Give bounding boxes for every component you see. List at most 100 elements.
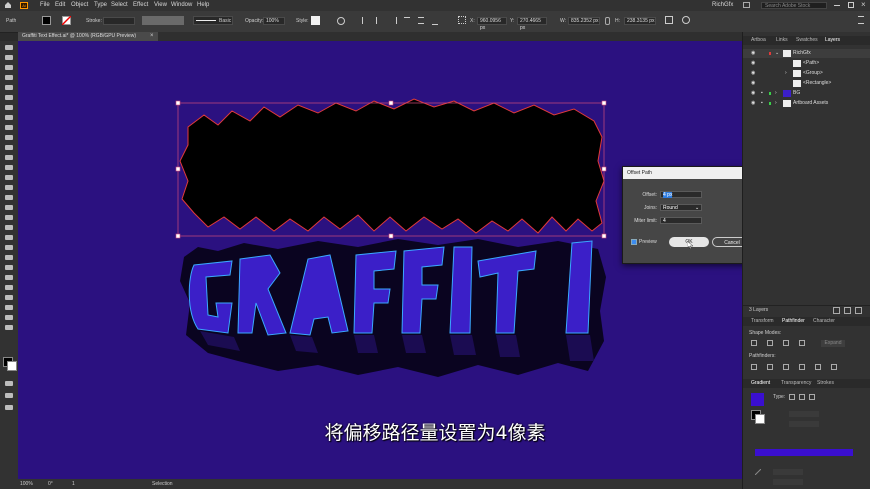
trim-icon[interactable] bbox=[767, 364, 773, 370]
tab-character[interactable]: Character bbox=[813, 317, 835, 326]
layer-name[interactable]: BG bbox=[793, 89, 800, 98]
workspace-switcher[interactable]: RichGfx bbox=[712, 2, 733, 8]
align-center-icon[interactable] bbox=[376, 17, 383, 24]
layer-row[interactable]: ◉ <Path> bbox=[743, 59, 870, 68]
rectangle-tool-icon[interactable] bbox=[5, 125, 13, 130]
lock-icon[interactable]: ▪ bbox=[761, 89, 763, 98]
layer-row[interactable]: ◉ ▪ › BG bbox=[743, 89, 870, 98]
menu-type[interactable]: Type bbox=[94, 2, 107, 8]
gradient-location-field[interactable] bbox=[773, 479, 803, 485]
radial-gradient-icon[interactable] bbox=[799, 394, 805, 400]
width-field[interactable]: 835.2352 px bbox=[568, 17, 600, 25]
menu-edit[interactable]: Edit bbox=[55, 2, 65, 8]
lock-icon[interactable]: ▪ bbox=[761, 99, 763, 108]
type-tool-icon[interactable] bbox=[5, 105, 13, 110]
document-tab[interactable]: Graffiti Text Effect.ai* @ 100% (RGB/GPU… bbox=[18, 32, 158, 41]
eye-icon[interactable]: ◉ bbox=[751, 99, 755, 108]
width-tool-icon[interactable] bbox=[5, 195, 13, 200]
unite-icon[interactable] bbox=[751, 340, 757, 346]
color-mode-icon[interactable] bbox=[5, 381, 13, 386]
mesh-tool-icon[interactable] bbox=[5, 235, 13, 240]
menu-view[interactable]: View bbox=[154, 2, 167, 8]
stroke-swatch[interactable] bbox=[62, 16, 71, 25]
lasso-tool-icon[interactable] bbox=[5, 75, 13, 80]
arrange-icon[interactable] bbox=[743, 2, 750, 8]
scale-tool-icon[interactable] bbox=[5, 185, 13, 190]
freeform-gradient-icon[interactable] bbox=[809, 394, 815, 400]
offset-input[interactable]: 4 px bbox=[660, 191, 702, 198]
brush-definition-dropdown[interactable]: Basic bbox=[193, 16, 233, 25]
align-right-icon[interactable] bbox=[390, 17, 397, 24]
crop-icon[interactable] bbox=[799, 364, 805, 370]
chevron-right-icon[interactable]: › bbox=[785, 69, 787, 78]
tab-artboards[interactable]: Artboa bbox=[751, 36, 766, 45]
y-field[interactable]: 270.4665 px bbox=[517, 17, 547, 31]
tab-layers[interactable]: Layers bbox=[825, 36, 840, 45]
tab-gradient[interactable]: Gradient bbox=[751, 379, 770, 388]
new-sublayer-icon[interactable] bbox=[833, 307, 840, 314]
perspective-grid-tool-icon[interactable] bbox=[5, 225, 13, 230]
tab-close-icon[interactable]: × bbox=[150, 32, 154, 41]
chevron-right-icon[interactable]: › bbox=[775, 99, 777, 108]
eye-icon[interactable]: ◉ bbox=[751, 49, 755, 58]
symbol-sprayer-tool-icon[interactable] bbox=[5, 275, 13, 280]
merge-icon[interactable] bbox=[783, 364, 789, 370]
layer-row[interactable]: ◉ › <Group> bbox=[743, 69, 870, 78]
eyedropper-tool-icon[interactable] bbox=[5, 255, 13, 260]
graphic-style-swatch[interactable] bbox=[311, 16, 320, 25]
panel-menu-icon[interactable] bbox=[858, 16, 864, 24]
recolor-icon[interactable] bbox=[337, 17, 345, 25]
paintbrush-tool-icon[interactable] bbox=[5, 135, 13, 140]
toolbar-stroke-swatch[interactable] bbox=[7, 361, 17, 371]
layer-row[interactable]: ◉ <Rectangle> bbox=[743, 79, 870, 88]
divide-icon[interactable] bbox=[751, 364, 757, 370]
variable-width-swatch[interactable] bbox=[142, 16, 184, 25]
expand-button[interactable]: Expand bbox=[821, 340, 845, 347]
minus-back-icon[interactable] bbox=[831, 364, 837, 370]
tab-strokes[interactable]: Strokes bbox=[817, 379, 834, 388]
delete-layer-icon[interactable] bbox=[855, 307, 862, 314]
shape-builder-tool-icon[interactable] bbox=[5, 215, 13, 220]
screen-mode-icon[interactable] bbox=[5, 405, 13, 410]
layer-row[interactable]: ◉ ▪ › Artboard Assets bbox=[743, 99, 870, 108]
eye-icon[interactable]: ◉ bbox=[751, 69, 755, 78]
slice-tool-icon[interactable] bbox=[5, 305, 13, 310]
tab-pathfinder[interactable]: Pathfinder bbox=[782, 317, 805, 326]
rotation-value[interactable]: 0° bbox=[48, 481, 53, 487]
blend-tool-icon[interactable] bbox=[5, 265, 13, 270]
curvature-tool-icon[interactable] bbox=[5, 95, 13, 100]
gradient-aspect-field[interactable] bbox=[789, 421, 819, 427]
exclude-icon[interactable] bbox=[799, 340, 805, 346]
align-left-icon[interactable] bbox=[362, 17, 369, 24]
linear-gradient-icon[interactable] bbox=[789, 394, 795, 400]
menu-object[interactable]: Object bbox=[71, 2, 88, 8]
tab-links[interactable]: Links bbox=[776, 36, 788, 45]
reference-point-icon[interactable] bbox=[458, 16, 466, 24]
eyedropper-icon[interactable] bbox=[754, 468, 762, 476]
menu-help[interactable]: Help bbox=[197, 2, 209, 8]
gradient-swatch[interactable] bbox=[751, 393, 764, 406]
eye-icon[interactable]: ◉ bbox=[751, 79, 755, 88]
layer-name[interactable]: RichGfx bbox=[793, 49, 811, 58]
shaper-tool-icon[interactable] bbox=[5, 145, 13, 150]
menu-effect[interactable]: Effect bbox=[133, 2, 148, 8]
link-proportions-icon[interactable] bbox=[605, 17, 610, 25]
home-icon[interactable] bbox=[4, 1, 12, 9]
miter-limit-input[interactable]: 4 bbox=[660, 217, 702, 224]
stroke-weight-field[interactable] bbox=[103, 17, 135, 25]
draw-mode-icon[interactable] bbox=[5, 393, 13, 398]
column-graph-tool-icon[interactable] bbox=[5, 285, 13, 290]
menu-file[interactable]: File bbox=[40, 2, 50, 8]
intersect-icon[interactable] bbox=[783, 340, 789, 346]
zoom-level[interactable]: 100% bbox=[20, 481, 33, 487]
current-tool-status[interactable]: Selection bbox=[152, 481, 173, 487]
tab-transform[interactable]: Transform bbox=[751, 317, 774, 326]
eye-icon[interactable]: ◉ bbox=[751, 89, 755, 98]
menu-window[interactable]: Window bbox=[171, 2, 192, 8]
layer-name[interactable]: <Group> bbox=[803, 69, 823, 78]
height-field[interactable]: 238.3135 px bbox=[624, 17, 656, 25]
layer-name[interactable]: Artboard Assets bbox=[793, 99, 828, 108]
x-field[interactable]: 960.0956 px bbox=[477, 17, 507, 31]
hand-tool-icon[interactable] bbox=[5, 315, 13, 320]
chevron-down-icon[interactable]: ⌄ bbox=[775, 49, 779, 58]
